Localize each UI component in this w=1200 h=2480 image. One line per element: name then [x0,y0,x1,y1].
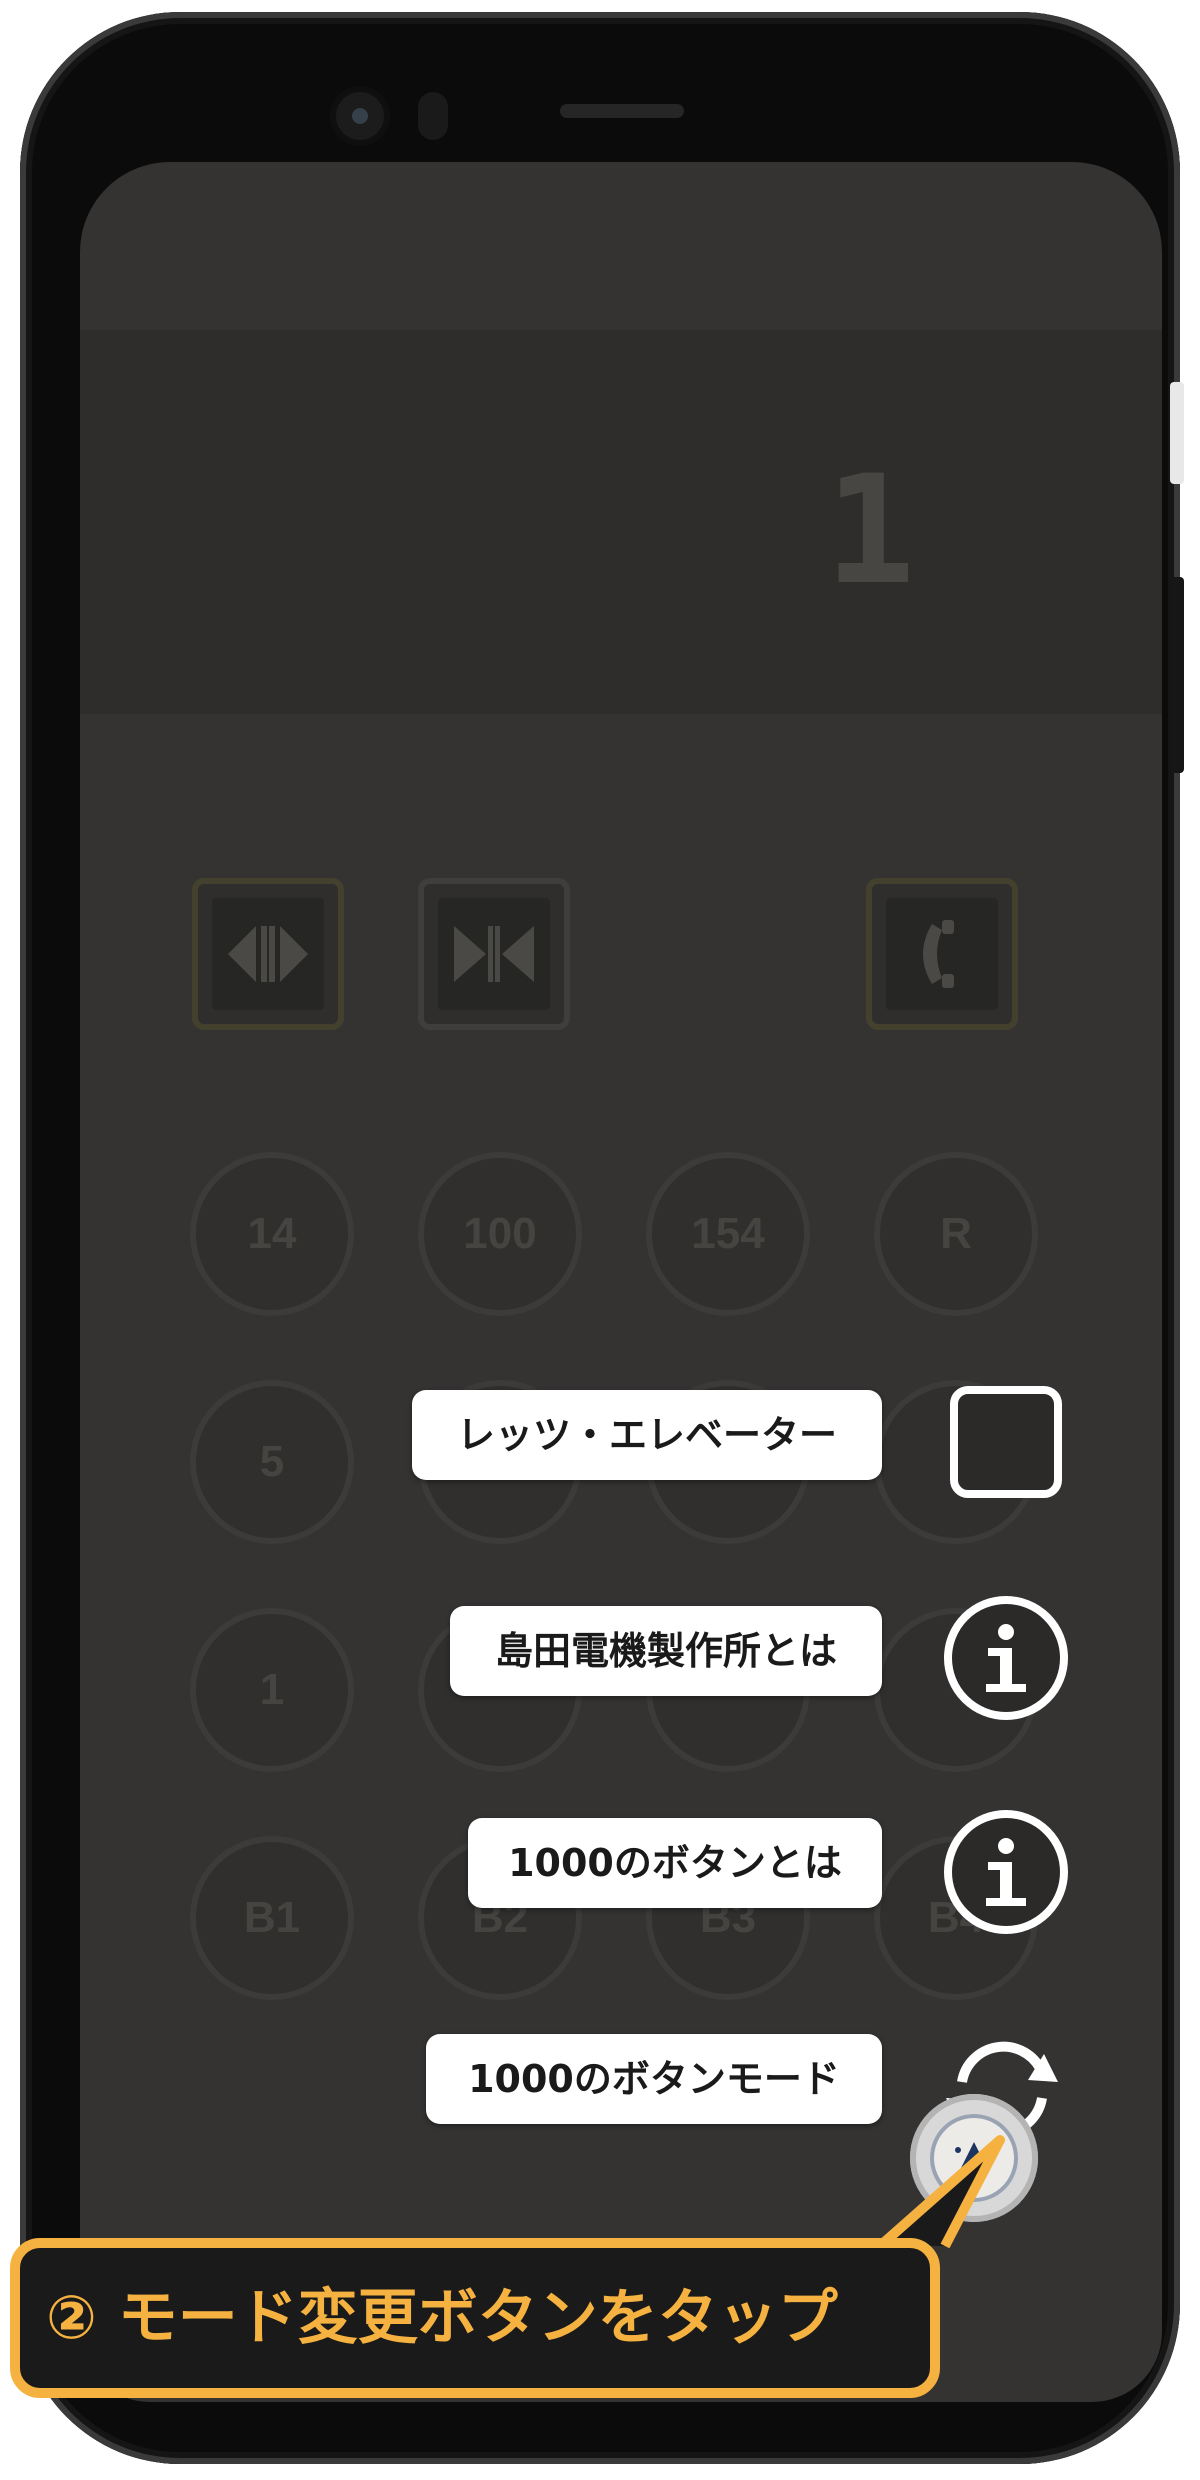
floor-button-r[interactable]: R [874,1152,1038,1316]
floor-display: 1 [80,330,1162,714]
floor-button-5[interactable]: 5 [190,1380,354,1544]
menu-about-1000-buttons-label[interactable]: 1000のボタンとは [468,1818,882,1908]
door-close-button[interactable] [418,878,570,1030]
door-open-icon [228,926,308,982]
floor-button-1[interactable]: 1 [190,1608,354,1772]
floor-button-14[interactable]: 14 [190,1152,354,1316]
floor-button-b1[interactable]: B1 [190,1836,354,2000]
callout-text: ② モード変更ボタンをタップ [46,2283,838,2353]
info-icon[interactable] [942,1594,1070,1722]
floor-indicator: 1 [824,444,916,618]
up-arrow-icon [955,2142,993,2170]
phone-frame: 1 14 100 154 R 5 1 B1 B2 B3 B4 レッツ・エレベータ… [20,12,1184,2464]
menu-lets-elevator-label[interactable]: レッツ・エレベーター [412,1390,882,1480]
emergency-phone-button[interactable] [866,878,1018,1030]
earpiece-speaker [560,104,684,118]
square-icon[interactable] [946,1382,1066,1502]
floor-button-154[interactable]: 154 [646,1152,810,1316]
callout-box: ② モード変更ボタンをタップ [10,2238,940,2398]
menu-1000-buttons-mode-label[interactable]: 1000のボタンモード [426,2034,882,2124]
mode-toggle-fab[interactable] [910,2094,1038,2222]
phone-icon [923,920,954,988]
menu-about-shimada-label[interactable]: 島田電機製作所とは [450,1606,882,1696]
sensor [418,92,448,140]
door-close-icon [454,926,534,982]
volume-button [1170,577,1184,773]
power-button [1170,382,1184,484]
info-icon[interactable] [942,1808,1070,1936]
door-open-button[interactable] [192,878,344,1030]
front-camera [330,86,390,146]
floor-button-100[interactable]: 100 [418,1152,582,1316]
